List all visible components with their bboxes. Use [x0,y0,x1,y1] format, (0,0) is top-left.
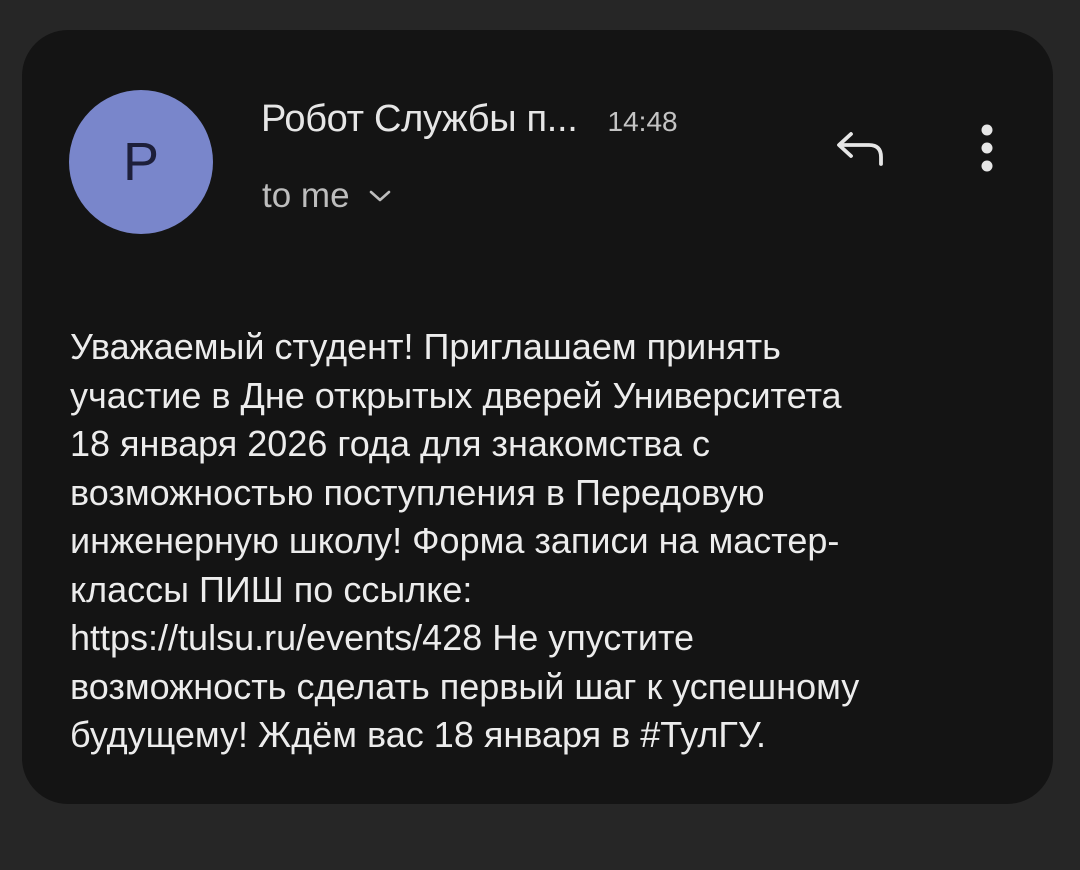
sender-avatar[interactable]: P [69,90,213,234]
email-body-line: Уважаемый студент! Приглашаем принять [70,326,781,367]
email-body-line: https://tulsu.ru/events/428 Не упустите [70,617,695,658]
avatar-letter: P [122,132,160,192]
email-body-line: будущему! Ждём вас 18 января в #ТулГУ. [70,714,766,755]
email-body-line: возможностью поступления в Передовую [70,471,765,513]
email-body-line: участие в Дне открытых дверей Университе… [70,374,842,416]
recipient-label: to me [262,176,350,215]
email-body-line: инженерную школу! Форма записи на мастер… [70,520,840,561]
email-body: Уважаемый студент! Приглашаем принять уча… [70,323,1020,760]
email-body-line: 18 января 2026 года для знакомства с [70,423,711,464]
chevron-down-icon[interactable] [368,189,392,203]
sender-header[interactable]: Робот Службы п... 14:48 [261,98,678,148]
more-options-button[interactable] [965,118,1009,182]
sender-name[interactable]: Робот Службы п... [261,98,578,141]
more-vert-icon [977,120,997,181]
reply-button[interactable] [830,124,892,180]
email-time: 14:48 [607,106,678,137]
reply-icon [835,130,887,175]
email-body-line: возможность сделать первый шаг к успешно… [70,665,860,707]
event-link[interactable]: https://tulsu.ru/events/428 [70,617,482,658]
email-body-line: классы ПИШ по ссылке: [70,568,473,610]
recipient-details-toggle[interactable]: to me [262,176,392,216]
